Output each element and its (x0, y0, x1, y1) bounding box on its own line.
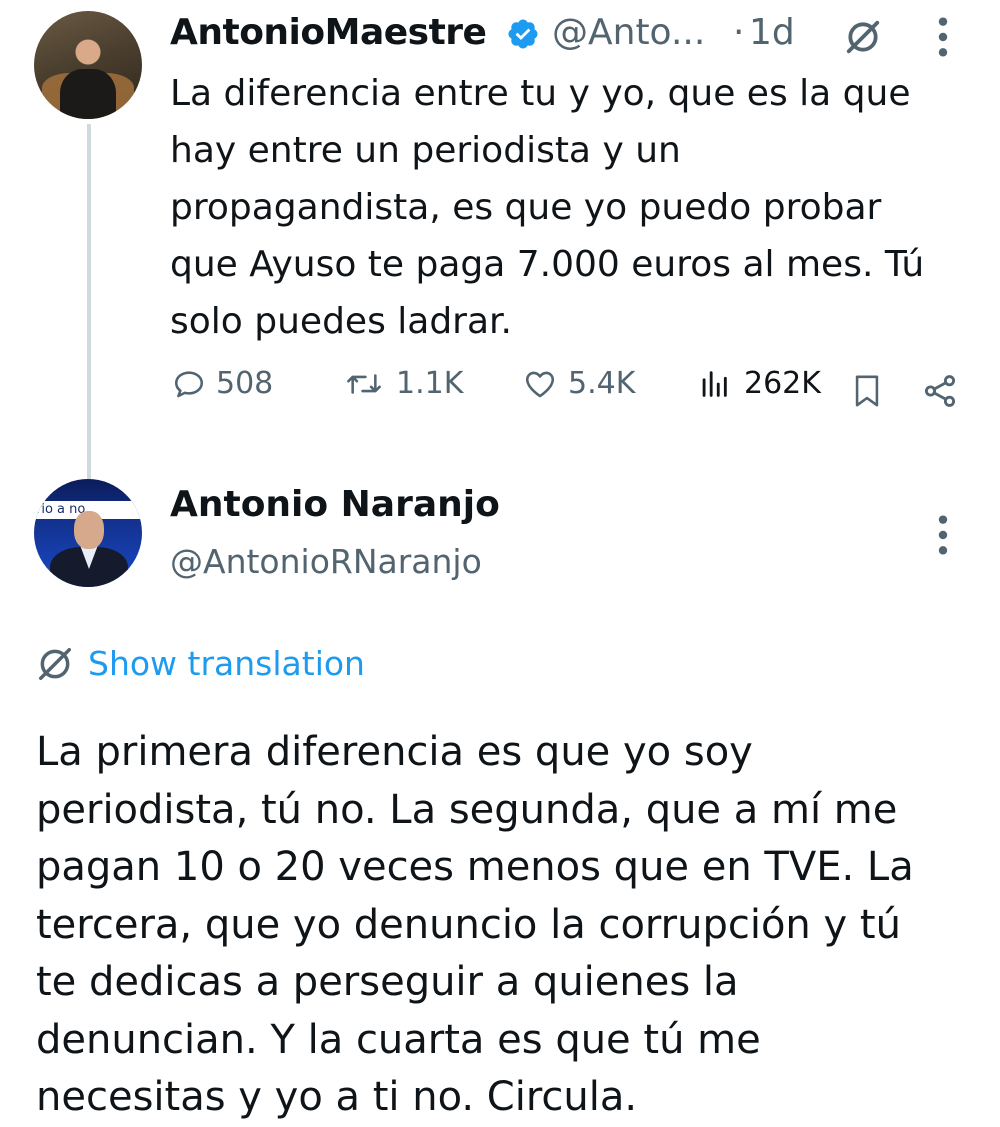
post-text: La diferencia entre tu y yo, que es la q… (170, 73, 925, 342)
avatar-figure (60, 69, 116, 119)
reply-count: 508 (216, 366, 274, 401)
reply-author-name[interactable]: Antonio Naranjo (170, 484, 500, 525)
views-chart-icon (702, 370, 727, 397)
more-options-icon[interactable] (930, 14, 956, 60)
repost-count: 1.1K (396, 366, 464, 401)
author-avatar[interactable] (34, 11, 142, 119)
heart-icon (525, 371, 555, 397)
bookmark-icon[interactable] (852, 374, 882, 408)
thread-line (87, 124, 91, 479)
show-translation-link[interactable]: Show translation (36, 644, 365, 683)
separator-dot: · (733, 12, 745, 53)
post-actions-bar: 508 1.1K 5.4K 262K (0, 366, 1000, 414)
post-time[interactable]: 1d (749, 12, 795, 53)
more-options-icon[interactable] (930, 512, 956, 558)
author-handle[interactable]: @Anto... (552, 12, 705, 53)
author-name[interactable]: AntonioMaestre (170, 12, 487, 53)
show-translation-label: Show translation (88, 644, 365, 683)
avatar-head (74, 511, 104, 549)
grok-icon[interactable] (844, 18, 882, 56)
reply-post-text: La primera diferencia es que yo soy peri… (36, 729, 914, 1120)
repost-button[interactable]: 1.1K (342, 366, 463, 401)
views-button[interactable]: 262K (694, 366, 821, 401)
reply-author-avatar[interactable]: rio a no (34, 479, 142, 587)
reply-icon (174, 370, 204, 397)
reply-button[interactable]: 508 (172, 366, 273, 401)
verified-badge-icon[interactable] (506, 17, 540, 51)
views-count: 262K (744, 366, 821, 401)
repost-icon (347, 373, 381, 394)
share-icon[interactable] (918, 372, 962, 410)
like-count: 5.4K (568, 366, 636, 401)
like-button[interactable]: 5.4K (522, 366, 635, 401)
grok-icon (39, 647, 71, 680)
reply-author-handle[interactable]: @AntonioRNaranjo (170, 542, 482, 581)
